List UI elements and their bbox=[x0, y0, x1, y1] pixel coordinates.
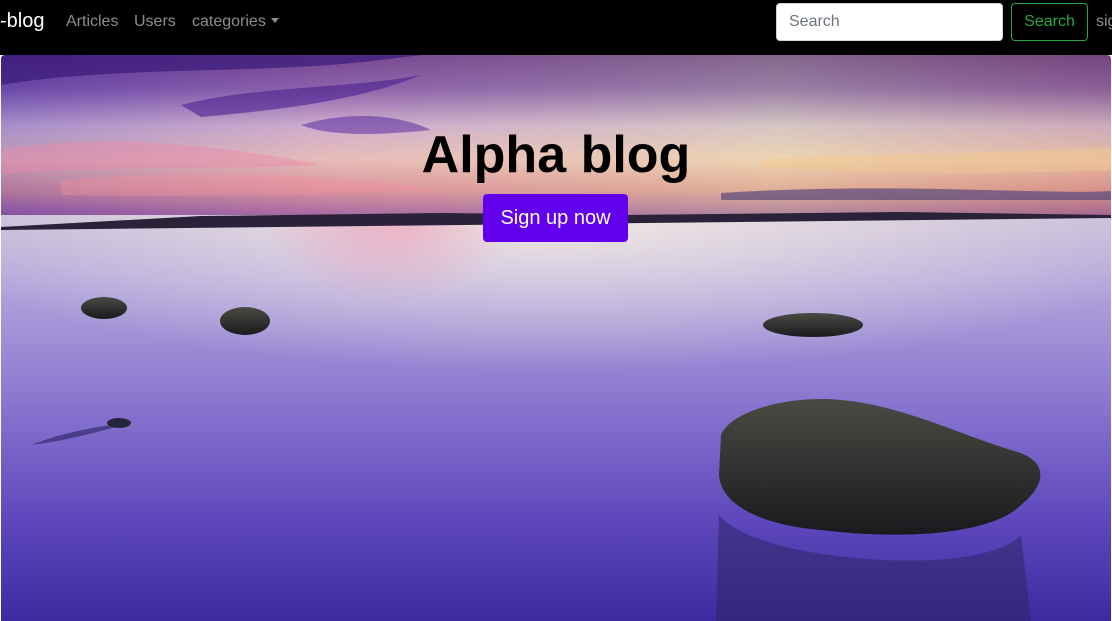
top-navbar: -blog Articles Users categories Search s… bbox=[0, 0, 1112, 55]
nav-link-signup[interactable]: sign up bbox=[1096, 12, 1112, 32]
search-input[interactable] bbox=[776, 3, 1003, 41]
brand-link[interactable]: -blog bbox=[0, 9, 44, 33]
nav-link-users[interactable]: Users bbox=[134, 12, 176, 32]
nav-link-articles[interactable]: Articles bbox=[66, 12, 118, 32]
hero-jumbotron: Alpha blog Sign up now bbox=[1, 55, 1111, 621]
hero-title: Alpha blog bbox=[421, 126, 691, 184]
nav-dropdown-categories[interactable]: categories bbox=[192, 12, 279, 32]
sign-up-now-button[interactable]: Sign up now bbox=[483, 194, 628, 242]
search-button[interactable]: Search bbox=[1011, 3, 1088, 41]
caret-down-icon bbox=[270, 18, 279, 23]
categories-label: categories bbox=[192, 13, 266, 30]
